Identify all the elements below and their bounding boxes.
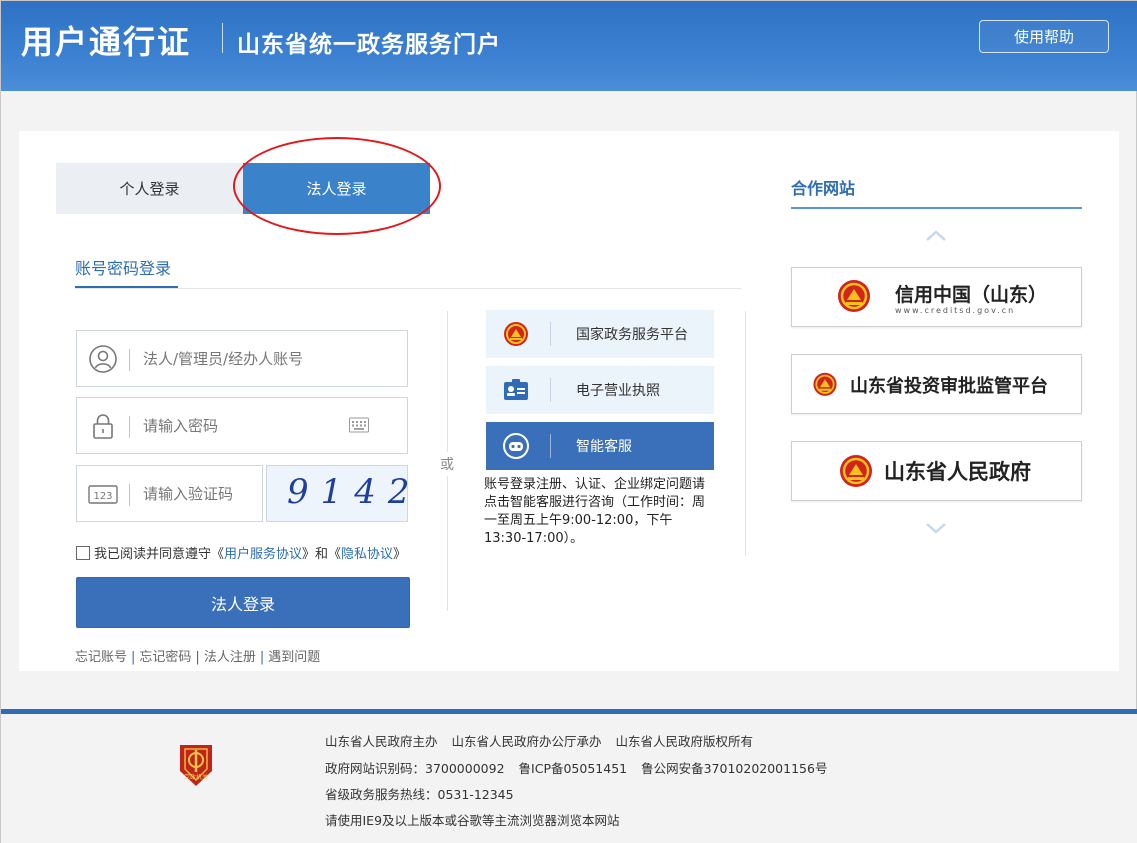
e-license-button[interactable]: 电子营业执照 xyxy=(486,366,714,414)
link-separator: | xyxy=(195,650,200,665)
tab-password-login[interactable]: 账号密码登录 xyxy=(75,255,171,279)
link-separator: | xyxy=(131,650,136,665)
national-emblem-icon xyxy=(840,455,872,487)
account-input[interactable] xyxy=(143,343,343,375)
keyboard-icon[interactable] xyxy=(349,417,369,433)
privacy-policy-link[interactable]: 隐私协议 xyxy=(341,543,393,562)
party-government-logo[interactable]: 党政机关 xyxy=(176,741,216,789)
footer-site-code: 政府网站识别码：3700000092 xyxy=(325,761,505,776)
password-input[interactable] xyxy=(143,410,343,442)
highlight-annotation-circle xyxy=(233,137,441,235)
link-separator: | xyxy=(259,650,265,665)
footer-icp-link[interactable]: 鲁ICP备05051451 xyxy=(519,761,628,776)
login-card: 个人登录 法人登录 账号密码登录 法人/管理员/经办人账号 123 请输入验证码… xyxy=(19,131,1119,671)
help-button[interactable]: 使用帮助 xyxy=(979,20,1109,53)
forgot-account-link[interactable]: 忘记账号 xyxy=(75,650,127,665)
user-agreement-link[interactable]: 用户服务协议 xyxy=(224,543,302,562)
footer-copyright: 山东省人民政府版权所有 xyxy=(615,734,754,749)
national-platform-button[interactable]: 国家政务服务平台 xyxy=(486,310,714,358)
footer-hotline: 省级政务服务热线：0531-12345 xyxy=(325,787,514,802)
robot-service-icon xyxy=(503,433,529,459)
button-divider xyxy=(550,434,551,458)
or-label: 或 xyxy=(440,452,454,476)
chevron-up-icon[interactable] xyxy=(924,229,948,243)
national-emblem-icon xyxy=(838,280,870,312)
agree-connector: 》和《 xyxy=(302,547,342,562)
svg-text:123: 123 xyxy=(93,491,112,502)
code-123-icon: 123 xyxy=(88,485,118,504)
brand-title: 用户通行证 xyxy=(21,23,192,61)
legal-login-button[interactable]: 法人登录 xyxy=(76,577,410,628)
legal-register-link[interactable]: 法人注册 xyxy=(204,650,256,665)
button-divider xyxy=(550,322,551,346)
captcha-field: 123 xyxy=(76,465,263,522)
captcha-text: 9142 xyxy=(287,472,422,512)
partner-name: 信用中国（山东） xyxy=(895,284,1048,306)
tab-personal-login[interactable]: 个人登录 xyxy=(56,163,243,214)
agree-text: 我已阅读并同意遵守《 xyxy=(94,547,225,562)
partner-shandong-government[interactable]: 山东省人民政府 xyxy=(791,441,1082,501)
national-emblem-icon xyxy=(813,372,837,396)
forgot-password-link[interactable]: 忘记密码 xyxy=(139,650,191,665)
brand-divider xyxy=(222,23,223,53)
field-divider xyxy=(129,484,130,506)
password-field xyxy=(76,397,408,454)
subtab-baseline xyxy=(75,288,741,289)
smart-service-label: 智能客服 xyxy=(576,439,632,455)
chevron-down-icon[interactable] xyxy=(924,521,948,535)
agree-checkbox[interactable] xyxy=(76,545,90,560)
page-footer: 党政机关 山东省人民政府主办 山东省人民政府办公厅承办 山东省人民政府版权所有 政府… xyxy=(1,714,1137,843)
footer-line-registration: 政府网站识别码：3700000092 鲁ICP备05051451 鲁公网安备3701… xyxy=(325,758,841,777)
smart-service-button[interactable]: 智能客服 xyxy=(486,422,714,470)
license-card-icon xyxy=(504,379,528,400)
footer-organizer: 山东省人民政府办公厅承办 xyxy=(451,734,602,749)
field-divider xyxy=(129,349,130,371)
account-field xyxy=(76,330,408,387)
problem-link[interactable]: 遇到问题 xyxy=(268,650,320,665)
footer-browser-note: 请使用IE9及以上版本或谷歌等主流浏览器浏览本网站 xyxy=(325,813,620,828)
footer-line-sponsor: 山东省人民政府主办 山东省人民政府办公厅承办 山东省人民政府版权所有 xyxy=(325,731,767,750)
field-divider xyxy=(129,416,130,438)
partner-name: 山东省投资审批监管平台 xyxy=(850,376,1048,397)
lock-icon xyxy=(93,414,113,439)
captcha-image[interactable]: 9142 xyxy=(266,465,410,522)
footer-police-record-link[interactable]: 鲁公网安备37010202001156号 xyxy=(641,761,827,776)
help-links: 忘记账号 | 忘记密码 | 法人注册 | 遇到问题 xyxy=(75,646,320,665)
section-divider xyxy=(745,311,746,556)
national-emblem-icon xyxy=(504,322,528,346)
service-note: 账号登录注册、认证、企业绑定问题请点击智能客服进行咨询（工作时间：周一至周五上午… xyxy=(484,477,706,546)
partner-url: www.creditsd.gov.cn xyxy=(895,306,1016,315)
portal-subtitle: 山东省统一政务服务门户 xyxy=(237,32,501,58)
agreement-row: 我已阅读并同意遵守《 用户服务协议 》和《 隐私协议 》 xyxy=(76,543,406,562)
partner-underline xyxy=(791,207,1082,209)
captcha-input[interactable] xyxy=(143,478,253,510)
footer-sponsor: 山东省人民政府主办 xyxy=(325,734,438,749)
logo-caption: 党政机关 xyxy=(184,773,208,781)
agree-end: 》 xyxy=(393,547,407,562)
top-header: 用户通行证 山东省统一政务服务门户 使用帮助 xyxy=(1,1,1137,91)
partner-name: 山东省人民政府 xyxy=(884,460,1031,484)
user-icon xyxy=(89,345,117,373)
national-platform-label: 国家政务服务平台 xyxy=(576,327,688,343)
partner-credit-shandong[interactable]: 信用中国（山东） www.creditsd.gov.cn xyxy=(791,267,1082,327)
partner-investment-platform[interactable]: 山东省投资审批监管平台 xyxy=(791,354,1082,414)
button-divider xyxy=(550,378,551,402)
e-license-label: 电子营业执照 xyxy=(576,383,660,399)
partner-title: 合作网站 xyxy=(791,179,856,198)
